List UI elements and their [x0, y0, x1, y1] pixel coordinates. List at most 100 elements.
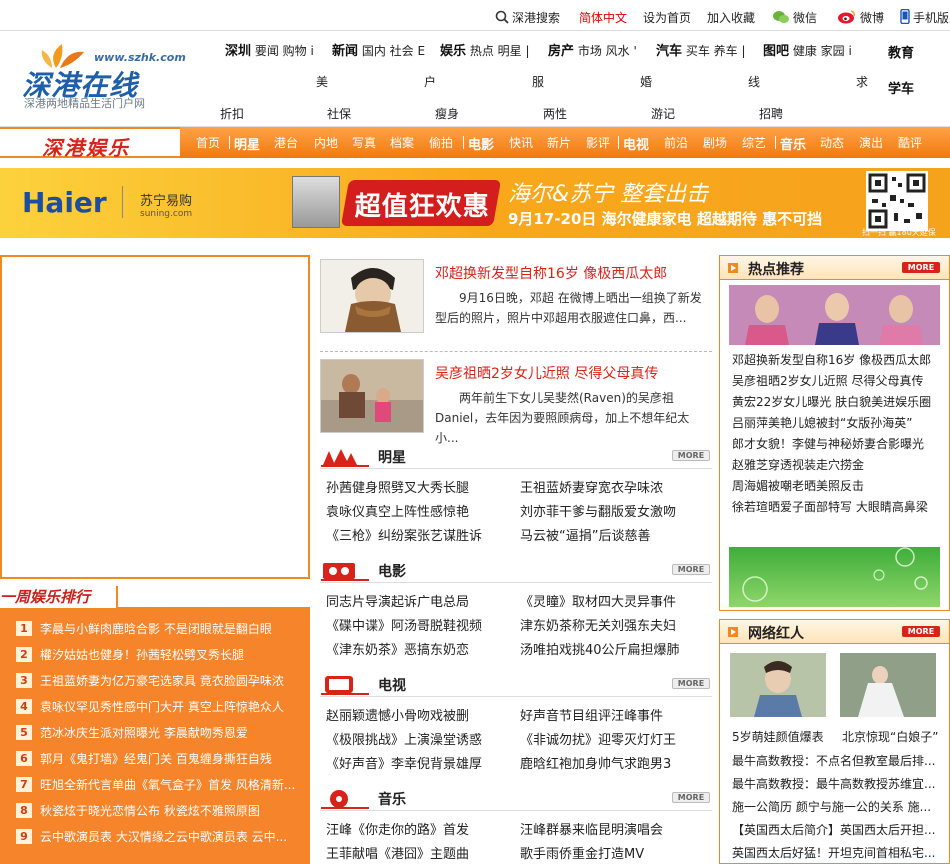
rank-title[interactable]: 旺旭全新代言单曲《氧气盒子》首发 风格清新... — [40, 776, 295, 793]
nav-group-education[interactable]: 教育 — [888, 42, 914, 61]
channel-item[interactable]: 快讯 — [509, 134, 533, 151]
news-link[interactable]: 汪峰群暴来临昆明演唱会 — [520, 819, 663, 838]
nav-sub-item[interactable]: 招聘 — [759, 105, 783, 122]
nav-group-items[interactable]: 买车 养车 | — [686, 44, 746, 58]
news-link[interactable]: 汤唯拍戏挑40公斤扁担爆肺 — [520, 639, 680, 658]
green-bubble-ad[interactable] — [729, 547, 940, 607]
news-link[interactable]: 《灵瞳》取材四大灵异事件 — [520, 591, 676, 610]
section-title[interactable]: 音乐 — [378, 789, 406, 809]
story-title[interactable]: 邓超换新发型自称16岁 像极西瓜太郎 — [435, 263, 667, 283]
channel-item[interactable]: 演出 — [859, 134, 883, 151]
left-ad-slot[interactable] — [0, 255, 310, 579]
nav-wrap-item[interactable]: 婚 — [640, 73, 652, 90]
nav-group-title[interactable]: 深圳 — [225, 44, 251, 59]
channel-logo[interactable]: 深港娱乐 — [0, 127, 180, 160]
section-more-button[interactable]: MORE — [672, 450, 710, 461]
nav-wrap-item[interactable]: 美 — [316, 73, 328, 90]
nav-group-entertainment[interactable]: 娱乐 热点 明星 | — [440, 40, 530, 59]
news-link[interactable]: 汪峰《你走你的路》首发 — [326, 819, 469, 838]
nav-group-items[interactable]: 健康 家园 i — [793, 44, 852, 58]
celebrity-link[interactable]: 最牛高数教授：不点名但教室最后排... — [732, 752, 935, 769]
hot-link[interactable]: 周海媚被嘲老晒美照反击 — [732, 477, 864, 494]
channel-item[interactable]: 电影 — [468, 134, 494, 153]
section-title[interactable]: 电视 — [378, 675, 406, 695]
nav-group-title[interactable]: 新闻 — [332, 44, 358, 59]
channel-item[interactable]: 首页 — [196, 134, 220, 151]
rank-title[interactable]: 李晨与小鲜肉鹿晗合影 不是闭眼就是翻白眼 — [40, 620, 272, 637]
nav-group-title[interactable]: 汽车 — [656, 44, 682, 59]
rank-title[interactable]: 袁咏仪罕见秀性感中门大开 真空上阵惊艳众人 — [40, 698, 284, 715]
nav-group-title[interactable]: 教育 — [888, 46, 914, 61]
news-link[interactable]: 赵丽颖遗憾小骨吻戏被删 — [326, 705, 469, 724]
news-link[interactable]: 歌手雨侨重金打造MV — [520, 843, 644, 862]
nav-group-property[interactable]: 房产 市场 风水 ' — [548, 40, 637, 59]
net-celebrity-more-button[interactable]: MORE — [902, 626, 940, 637]
ranking-row[interactable]: 2 權汐姑姑也健身！孙茜轻松劈叉秀长腿 — [16, 644, 306, 664]
channel-item[interactable]: 酷评 — [898, 134, 922, 151]
hot-link[interactable]: 吴彦祖晒2岁女儿近照 尽得父母真传 — [732, 372, 923, 389]
ranking-row[interactable]: 7 旺旭全新代言单曲《氧气盒子》首发 风格清新... — [16, 774, 306, 794]
celebrity-link[interactable]: 最牛高数教授：最牛高数教授苏维宜... — [732, 775, 935, 792]
ranking-row[interactable]: 5 范冰冰庆生派对照曝光 李晨献吻秀恩爱 — [16, 722, 306, 742]
nav-sub-item[interactable]: 社保 — [327, 105, 351, 122]
nav-education-sub-label[interactable]: 学车 — [888, 82, 914, 97]
ranking-row[interactable]: 4 袁咏仪罕见秀性感中门大开 真空上阵惊艳众人 — [16, 696, 306, 716]
site-search-link[interactable]: 深港搜索 — [495, 9, 560, 26]
nav-group-items[interactable]: 要闻 购物 i — [255, 44, 314, 58]
nav-group-items[interactable]: 热点 明星 | — [470, 44, 530, 58]
news-link[interactable]: 孙茜健身照劈叉大秀长腿 — [326, 477, 469, 496]
celebrity-link[interactable]: 施一公简历 颜宁与施一公的关系 施... — [732, 798, 931, 815]
nav-group-shenzhen[interactable]: 深圳 要闻 购物 i — [225, 40, 314, 59]
hot-link[interactable]: 邓超换新发型自称16岁 像极西瓜太郎 — [732, 351, 931, 368]
news-link[interactable]: 《极限挑战》上演澡堂诱惑 — [326, 729, 482, 748]
news-link[interactable]: 《碟中谍》阿汤哥脱鞋视频 — [326, 615, 482, 634]
rank-title[interactable]: 權汐姑姑也健身！孙茜轻松劈叉秀长腿 — [40, 646, 244, 663]
wechat-link[interactable]: 微信 — [772, 9, 817, 26]
nav-group-items[interactable]: 市场 风水 ' — [578, 44, 637, 58]
news-link[interactable]: 《非诚勿扰》迎零灭灯灯王 — [520, 729, 676, 748]
simplified-chinese-link[interactable]: 简体中文 — [579, 9, 627, 26]
section-more-button[interactable]: MORE — [672, 792, 710, 803]
news-link[interactable]: 津东奶茶称无关刘强东夫妇 — [520, 615, 676, 634]
hot-link[interactable]: 郎才女貌！李健与神秘娇妻合影曝光 — [732, 435, 924, 452]
nav-group-gallery[interactable]: 图吧 健康 家园 i — [763, 40, 852, 59]
nav-group-items[interactable]: 国内 社会 E — [362, 44, 425, 58]
channel-item[interactable]: 综艺 — [742, 134, 766, 151]
nav-group-title[interactable]: 娱乐 — [440, 44, 466, 59]
nav-sub-item[interactable]: 折扣 — [220, 105, 244, 122]
channel-item[interactable]: 剧场 — [703, 134, 727, 151]
section-title[interactable]: 明星 — [378, 447, 406, 467]
mobile-version-link[interactable]: 手机版 — [900, 9, 949, 26]
rank-title[interactable]: 王祖蓝娇妻为亿万豪宅选家具 竟衣脸圆孕味浓 — [40, 672, 284, 689]
nav-education-sub[interactable]: 学车 — [888, 78, 914, 97]
channel-item[interactable]: 港台 — [274, 134, 298, 151]
rank-title[interactable]: 秋瓷炫于晓光恋情公布 秋瓷炫不雅照原图 — [40, 802, 260, 819]
celebrity-photo[interactable] — [730, 653, 826, 717]
rank-title[interactable]: 郭月《鬼打墙》经鬼门关 百鬼缠身撕狂自残 — [40, 750, 272, 767]
nav-wrap-item[interactable]: 线 — [748, 73, 760, 90]
hot-link[interactable]: 黄宏22岁女儿曝光 肤白貌美进娱乐圈 — [732, 393, 931, 410]
nav-group-title[interactable]: 图吧 — [763, 44, 789, 59]
channel-item[interactable]: 内地 — [314, 134, 338, 151]
celebrity-link[interactable]: 【英国西太后简介】英国西太后开担... — [732, 821, 935, 838]
celebrity-photo[interactable] — [840, 653, 936, 717]
ad-banner[interactable]: Haier 苏宁易购 suning.com 超值狂欢惠 海尔&苏宁 整套出击 9… — [0, 168, 950, 238]
channel-item[interactable]: 写真 — [352, 134, 376, 151]
section-more-button[interactable]: MORE — [672, 564, 710, 575]
nav-sub-item[interactable]: 两性 — [543, 105, 567, 122]
news-link[interactable]: 鹿晗红袍加身帅气求跑男3 — [520, 753, 671, 772]
news-link[interactable]: 《津东奶茶》恶搞东奶恋 — [326, 639, 469, 658]
nav-wrap-item[interactable]: 户 — [424, 73, 436, 90]
channel-item[interactable]: 档案 — [390, 134, 414, 151]
celebrity-caption[interactable]: 5岁萌娃颜值爆表 — [732, 728, 824, 745]
site-logo[interactable]: www.szhk.com 深港在线 深港两地精品生活门户网 — [14, 40, 214, 110]
hot-link[interactable]: 赵雅芝穿透视装走穴捞金 — [732, 456, 864, 473]
nav-group-title[interactable]: 房产 — [548, 44, 574, 59]
weibo-link[interactable]: 微博 — [837, 9, 884, 26]
hot-link[interactable]: 吕丽萍美艳儿媳被封“女版孙海英” — [732, 414, 912, 431]
story-title[interactable]: 吴彦祖晒2岁女儿近照 尽得父母真传 — [435, 363, 658, 383]
news-link[interactable]: 《三枪》纠纷案张艺谋胜诉 — [326, 525, 482, 544]
news-link[interactable]: 王祖蓝娇妻穿宽衣孕味浓 — [520, 477, 663, 496]
news-link[interactable]: 王菲献唱《港囧》主题曲 — [326, 843, 469, 862]
channel-item[interactable]: 影评 — [586, 134, 610, 151]
